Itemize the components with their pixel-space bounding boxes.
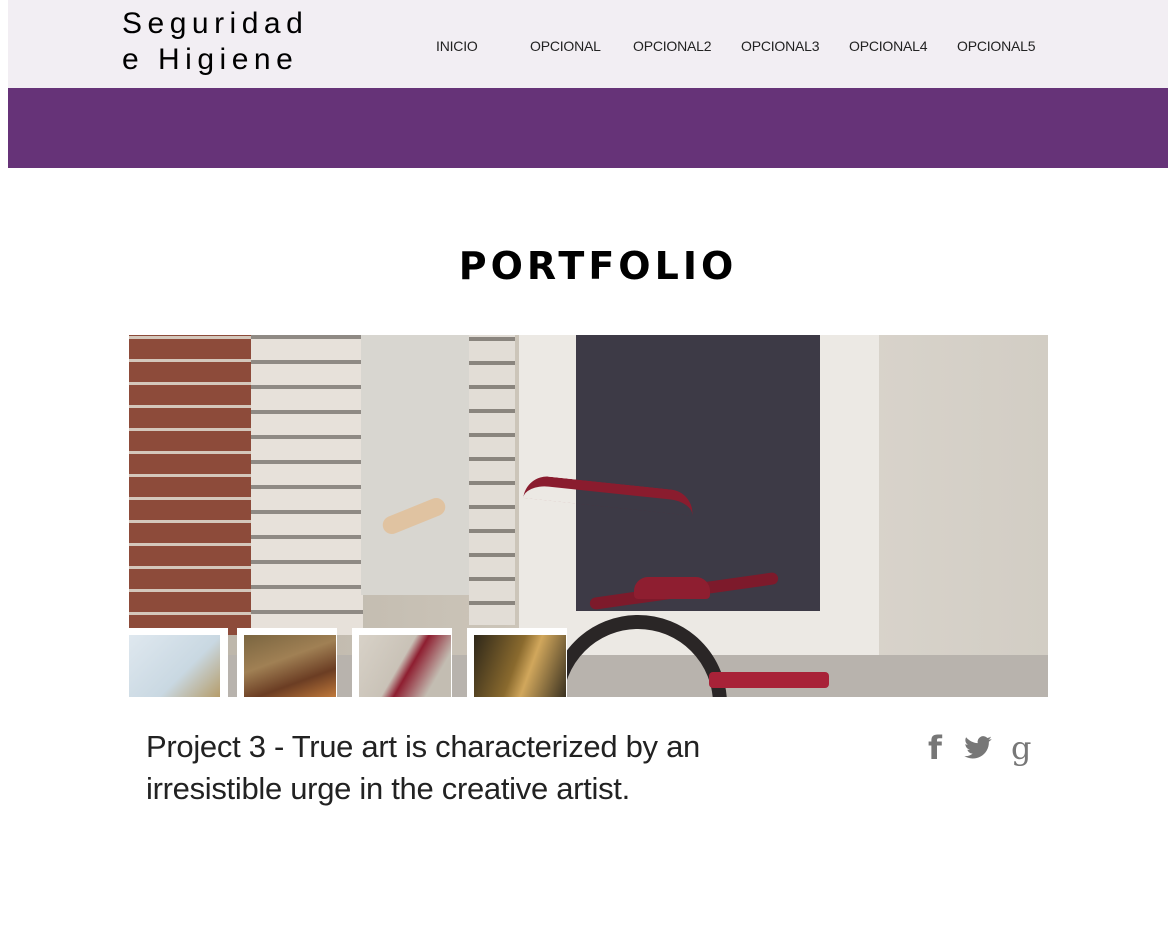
hero-band	[8, 88, 1168, 168]
site-logo[interactable]: Seguridad e Higiene	[122, 6, 308, 78]
slide-brick-wall	[129, 335, 251, 635]
nav-opcional5[interactable]: OPCIONAL5	[957, 38, 1036, 54]
section-title: PORTFOLIO	[458, 244, 738, 288]
nav-opcional3[interactable]: OPCIONAL3	[741, 38, 820, 54]
portfolio-slider[interactable]	[129, 335, 1048, 697]
sculpture-thumbnail-image	[129, 635, 220, 697]
nav-opcional4[interactable]: OPCIONAL4	[849, 38, 928, 54]
thumbnail-4[interactable]	[467, 628, 567, 697]
nav-opcional2[interactable]: OPCIONAL2	[633, 38, 712, 54]
thumbnail-3[interactable]	[352, 628, 452, 697]
project-caption: Project 3 - True art is characterized by…	[146, 729, 700, 806]
slide-white-brick	[251, 335, 363, 635]
logo-line-1: Seguridad	[122, 7, 309, 40]
slide-pillar	[361, 335, 469, 595]
page-frame: Seguridad e Higiene INICIO OPCIONAL OPCI…	[8, 0, 1168, 946]
log-thumbnail-image	[244, 635, 336, 697]
corridor-thumbnail-image	[474, 635, 566, 697]
twitter-bird-icon	[964, 736, 992, 759]
nav-opcional[interactable]: OPCIONAL	[530, 38, 601, 54]
slide-brick-column	[469, 335, 515, 625]
site-header: Seguridad e Higiene INICIO OPCIONAL OPCI…	[8, 0, 1168, 88]
thumbnail-1[interactable]	[129, 628, 228, 697]
slide-step	[709, 672, 829, 688]
nav-inicio[interactable]: INICIO	[436, 38, 478, 54]
facebook-icon[interactable]: f	[928, 730, 942, 766]
google-icon[interactable]: g	[1011, 730, 1031, 766]
slide-door	[576, 335, 820, 611]
twitter-icon[interactable]	[963, 732, 993, 769]
slide-seat	[634, 577, 710, 599]
tricycle-thumbnail-image	[359, 635, 451, 697]
logo-line-2: e Higiene	[122, 43, 299, 76]
thumbnail-2[interactable]	[237, 628, 337, 697]
